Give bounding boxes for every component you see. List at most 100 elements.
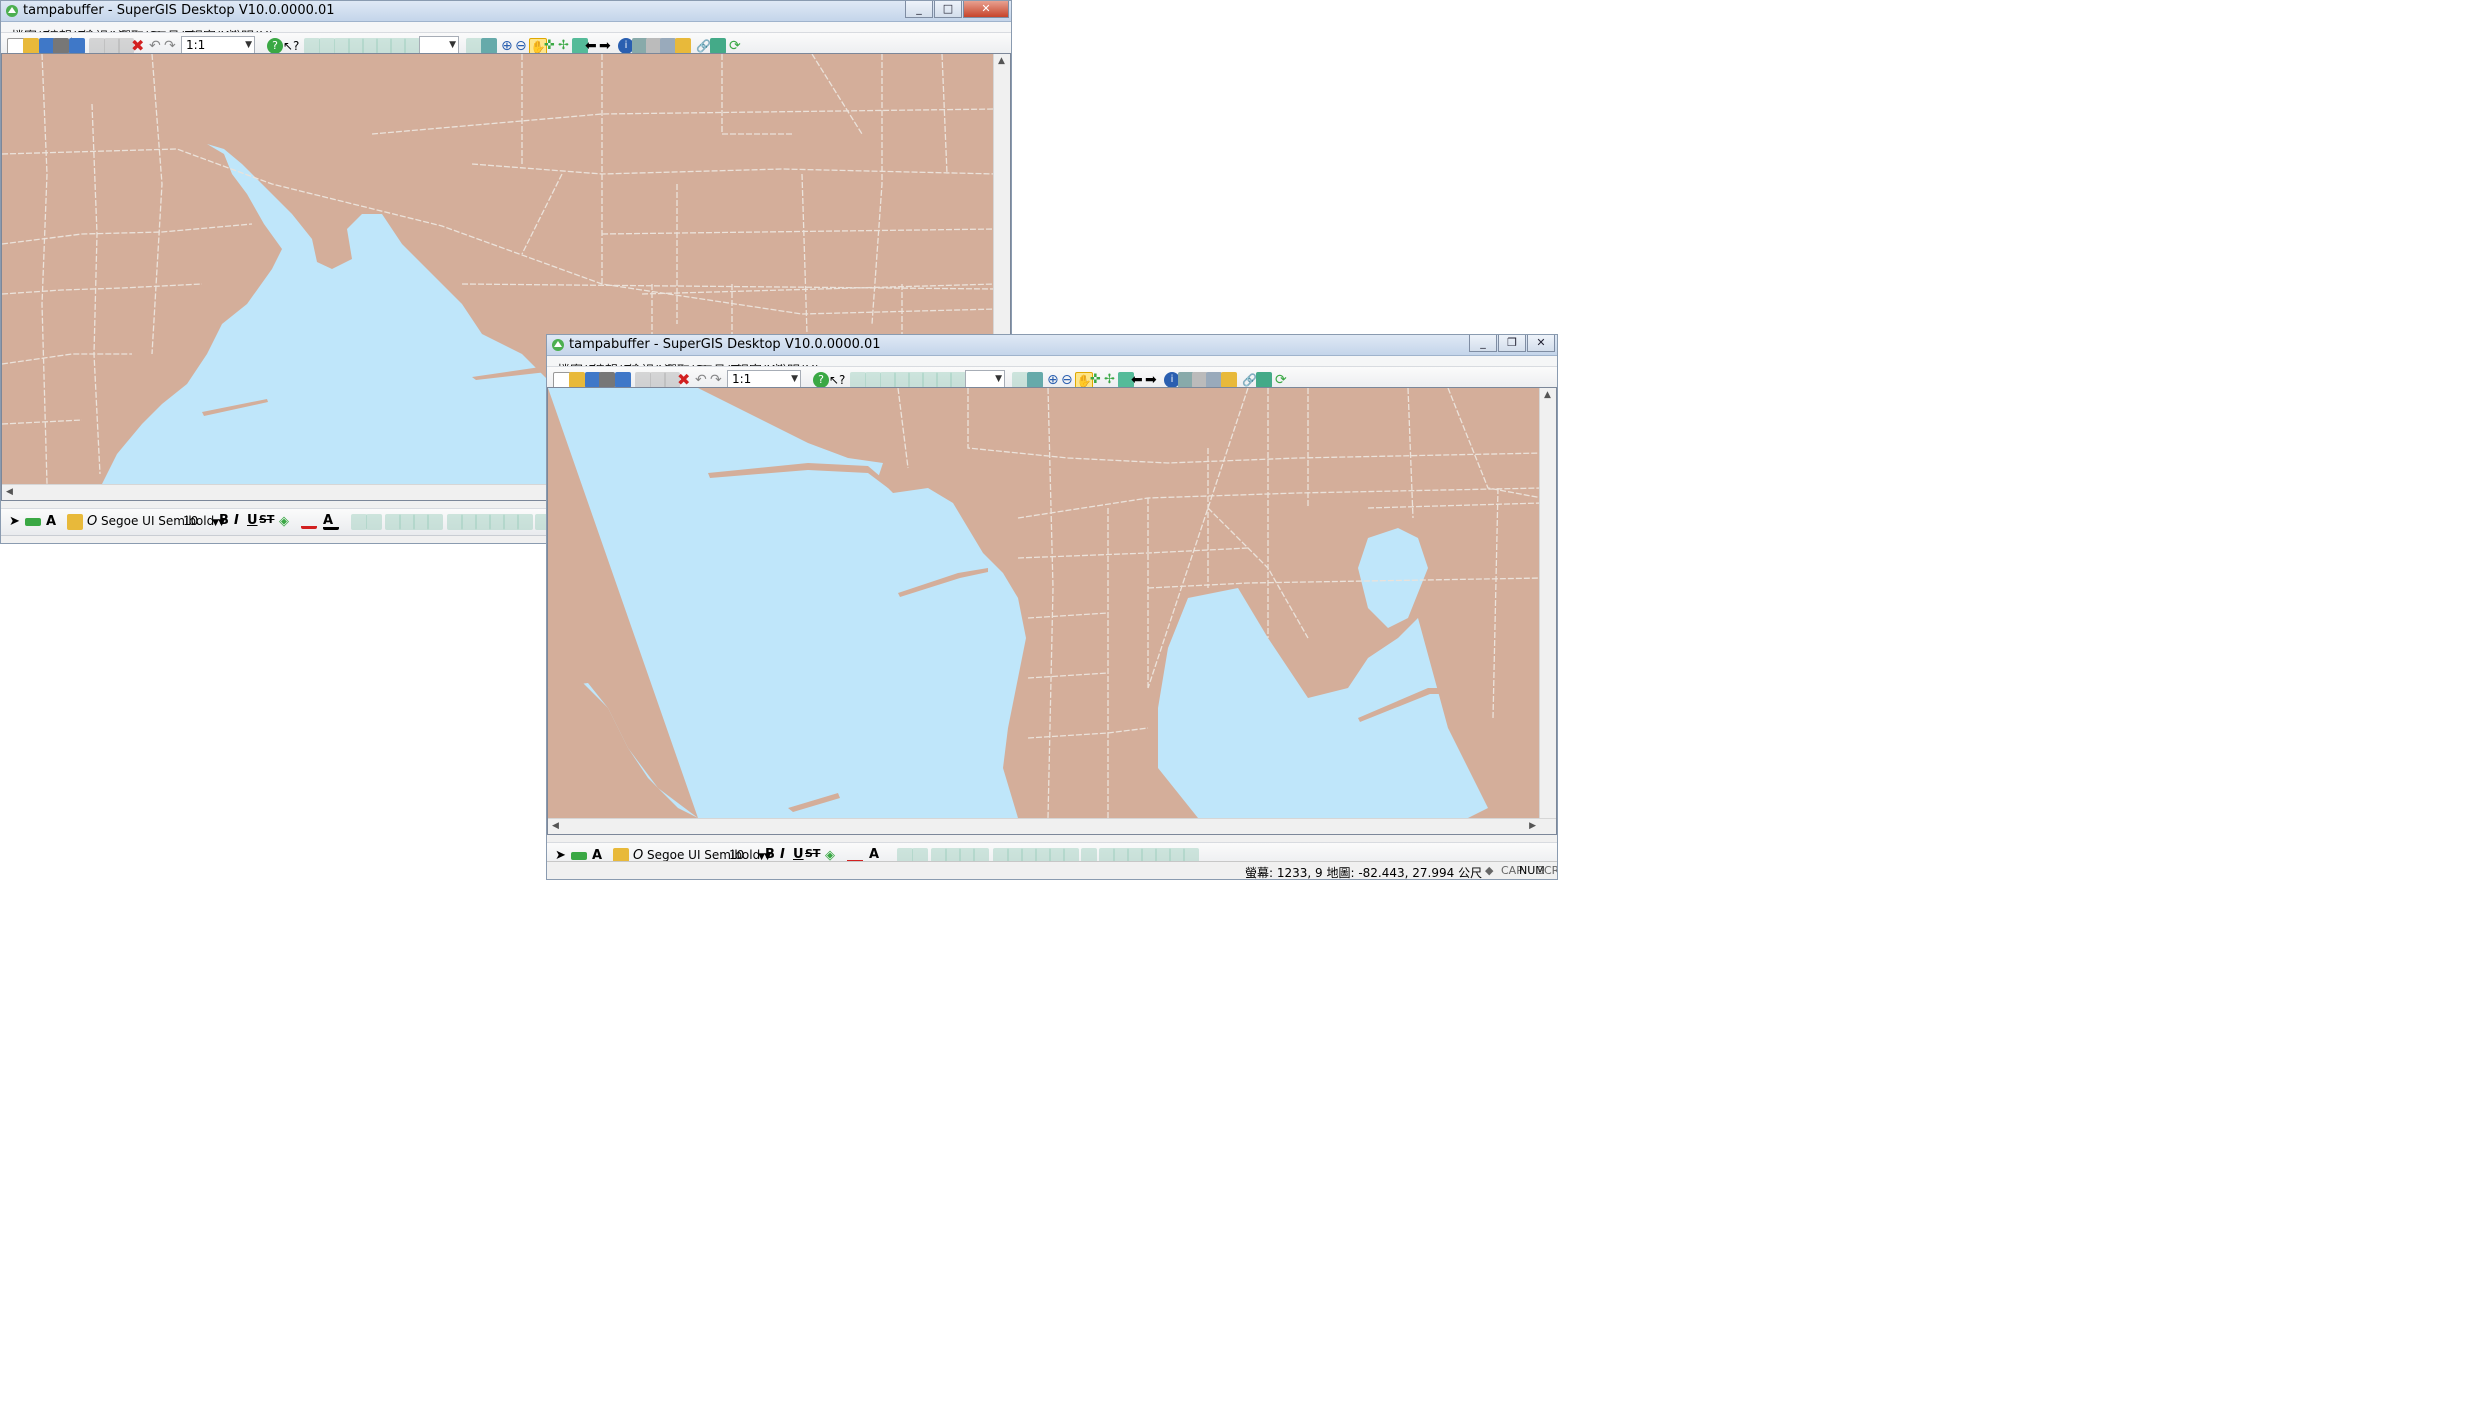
print-icon[interactable] xyxy=(599,372,615,388)
group-icon[interactable] xyxy=(351,514,367,530)
hyperlink-icon[interactable] xyxy=(1206,372,1222,388)
edit-tool-icon[interactable] xyxy=(304,38,320,54)
edit-tool-icon[interactable] xyxy=(850,372,866,388)
map-view[interactable]: ▲▼ ◀▶ xyxy=(547,387,1557,835)
line-color-icon[interactable] xyxy=(301,514,317,529)
window-title: tampabuffer - SuperGIS Desktop V10.0.000… xyxy=(569,337,881,352)
undo-icon[interactable]: ↶ xyxy=(695,372,711,388)
open-icon[interactable] xyxy=(569,372,585,388)
title-bar[interactable]: tampabuffer - SuperGIS Desktop V10.0.000… xyxy=(547,335,1557,356)
scrl-indicator: SCRL xyxy=(1537,864,1557,877)
select-features-icon[interactable] xyxy=(675,38,691,54)
restore-button[interactable]: ❐ xyxy=(1498,335,1526,352)
table-icon[interactable] xyxy=(1256,372,1272,388)
scroll-up-icon[interactable]: ▲ xyxy=(1544,390,1551,400)
map-canvas xyxy=(548,388,1542,818)
italic-button[interactable]: I xyxy=(234,513,239,528)
font-color-icon[interactable]: A xyxy=(323,514,339,530)
layer-combo[interactable]: ▼ xyxy=(419,36,459,54)
open-icon[interactable] xyxy=(23,38,39,54)
app-icon xyxy=(6,5,18,17)
rectangle-tool-icon[interactable] xyxy=(571,852,587,860)
window-controls: _ □ ✕ xyxy=(905,1,1009,19)
select-features-icon[interactable] xyxy=(1221,372,1237,388)
text-tool-icon[interactable]: A xyxy=(46,514,62,530)
underline-button[interactable]: U xyxy=(247,513,258,528)
horizontal-scrollbar[interactable]: ◀ ▶ xyxy=(548,818,1556,834)
edit-tool-8-icon[interactable] xyxy=(404,38,420,54)
scroll-up-icon[interactable]: ▲ xyxy=(998,56,1005,66)
whats-this-icon[interactable]: ↖? xyxy=(283,38,299,54)
rectangle-tool-icon[interactable] xyxy=(25,518,41,526)
edit-tool-2-icon[interactable] xyxy=(319,38,335,54)
scale-value: 1:1 xyxy=(186,38,206,52)
preview-icon[interactable] xyxy=(615,372,631,388)
delete-icon[interactable]: ✖ xyxy=(131,38,147,54)
italic-button[interactable]: I xyxy=(780,847,785,862)
chevron-down-icon: ▼ xyxy=(449,40,456,50)
font-size-value: 10 xyxy=(183,514,199,528)
help-icon[interactable]: ? xyxy=(267,38,283,54)
vertical-scrollbar[interactable]: ▲▼ xyxy=(1539,388,1556,834)
bold-button[interactable]: B xyxy=(765,847,775,862)
chevron-down-icon: ▼ xyxy=(995,374,1002,384)
strikethrough-button[interactable]: ST xyxy=(259,513,274,526)
refresh-icon[interactable]: ⟳ xyxy=(729,38,745,54)
close-button[interactable]: ✕ xyxy=(963,1,1009,18)
font-size-combo[interactable]: 10 ▼ xyxy=(183,512,219,530)
app-icon xyxy=(552,339,564,351)
edit-tool-8-icon[interactable] xyxy=(950,372,966,388)
chevron-down-icon: ▼ xyxy=(245,40,252,50)
scroll-right-icon[interactable]: ▶ xyxy=(1529,821,1536,831)
title-bar[interactable]: tampabuffer - SuperGIS Desktop V10.0.000… xyxy=(1,1,1011,22)
table-icon[interactable] xyxy=(710,38,726,54)
scroll-left-icon[interactable]: ◀ xyxy=(552,821,559,831)
window-title: tampabuffer - SuperGIS Desktop V10.0.000… xyxy=(23,3,335,18)
fill-color-icon[interactable]: ◈ xyxy=(279,514,295,530)
forward-arrow-icon[interactable]: ➡ xyxy=(1145,372,1161,388)
coordinate-readout: 螢幕: 1233, 9 地圖: -82.443, 27.994 公尺 xyxy=(1245,866,1483,880)
scale-value: 1:1 xyxy=(732,372,752,386)
minimize-button[interactable]: _ xyxy=(905,1,933,18)
whats-this-icon[interactable]: ↖? xyxy=(829,372,845,388)
minimize-button[interactable]: _ xyxy=(1469,335,1497,352)
order-4-icon[interactable] xyxy=(427,514,443,530)
layer-tool-icon[interactable] xyxy=(466,38,482,54)
scale-combo[interactable]: 1:1 ▼ xyxy=(181,36,255,54)
print-icon[interactable] xyxy=(53,38,69,54)
bold-button[interactable]: B xyxy=(219,513,229,528)
strikethrough-button[interactable]: ST xyxy=(805,847,820,860)
preview-icon[interactable] xyxy=(69,38,85,54)
layer-tool-2-icon[interactable] xyxy=(481,38,497,54)
window-controls: _ ❐ ✕ xyxy=(1469,335,1555,353)
layer-tool-icon[interactable] xyxy=(1012,372,1028,388)
hyperlink-icon[interactable] xyxy=(660,38,676,54)
cut-icon[interactable] xyxy=(635,372,651,388)
select-pointer-icon[interactable]: ➤ xyxy=(9,514,25,530)
undo-icon[interactable]: ↶ xyxy=(149,38,165,54)
network-icon: ◆ xyxy=(1485,864,1494,877)
refresh-icon[interactable]: ⟳ xyxy=(1275,372,1291,388)
redo-icon[interactable]: ↷ xyxy=(710,372,726,388)
align-bottom-icon[interactable] xyxy=(517,514,533,530)
front-window: tampabuffer - SuperGIS Desktop V10.0.000… xyxy=(546,334,1558,880)
scroll-left-icon[interactable]: ◀ xyxy=(6,487,13,497)
delete-icon[interactable]: ✖ xyxy=(677,372,693,388)
underline-button[interactable]: U xyxy=(793,847,804,862)
status-bar: 螢幕: 1233, 9 地圖: -82.443, 27.994 公尺 ◆ CAP… xyxy=(547,861,1557,880)
forward-arrow-icon[interactable]: ➡ xyxy=(599,38,615,54)
close-button[interactable]: ✕ xyxy=(1527,335,1555,352)
redo-icon[interactable]: ↷ xyxy=(164,38,180,54)
scale-combo[interactable]: 1:1 ▼ xyxy=(727,370,801,388)
edit-vertices-icon[interactable] xyxy=(67,514,83,530)
chevron-down-icon: ▼ xyxy=(791,374,798,384)
font-size-value: 10 xyxy=(729,848,745,862)
edit-tool-2-icon[interactable] xyxy=(865,372,881,388)
help-icon[interactable]: ? xyxy=(813,372,829,388)
maximize-button[interactable]: □ xyxy=(934,1,962,18)
cut-icon[interactable] xyxy=(89,38,105,54)
layer-tool-2-icon[interactable] xyxy=(1027,372,1043,388)
layer-combo[interactable]: ▼ xyxy=(965,370,1005,388)
chevron-down-icon: ▼ xyxy=(212,518,220,528)
ungroup-icon[interactable] xyxy=(366,514,382,530)
